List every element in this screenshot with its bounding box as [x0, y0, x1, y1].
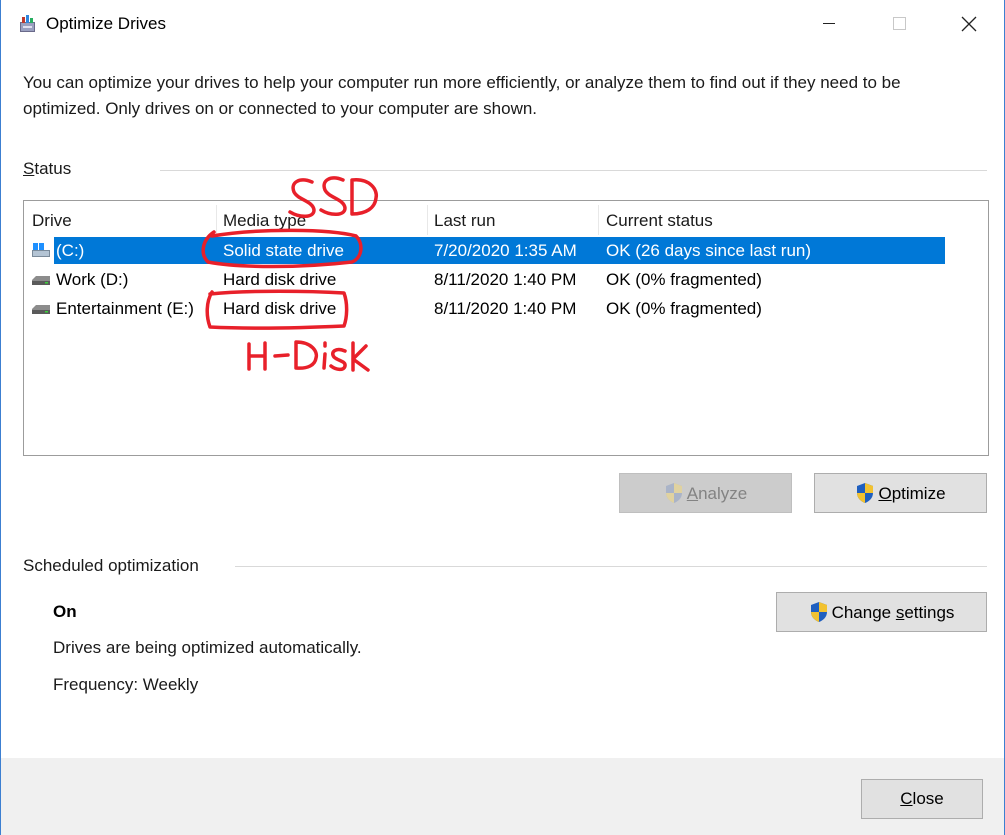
window-border-left — [0, 0, 1, 835]
close-accesskey: C — [900, 789, 913, 808]
optimize-accesskey: O — [878, 484, 892, 503]
column-header-current-status[interactable]: Current status — [606, 211, 713, 231]
close-window-button[interactable] — [934, 0, 1004, 48]
hard-drive-icon — [32, 305, 50, 314]
scheduled-section-label: Scheduled optimization — [23, 556, 199, 575]
window-title: Optimize Drives — [46, 14, 166, 33]
analyze-accesskey: A — [686, 484, 699, 503]
drive-media-type: Hard disk drive — [223, 270, 337, 289]
drive-name: Work (D:) — [56, 270, 129, 289]
column-header-media-type[interactable]: Media type — [223, 211, 306, 231]
uac-shield-icon — [857, 483, 874, 503]
hard-drive-icon — [32, 276, 50, 285]
drive-current-status: OK (26 days since last run) — [606, 241, 812, 260]
uac-shield-icon — [665, 483, 682, 503]
optimize-drives-app-icon — [20, 15, 35, 32]
status-divider — [160, 170, 987, 171]
analyze-button[interactable]: Analyze — [619, 473, 792, 513]
optimize-button[interactable]: Optimize — [814, 473, 987, 513]
status-section-label: Status — [23, 159, 72, 178]
change-settings-button[interactable]: Change settings — [776, 592, 987, 632]
maximize-button[interactable] — [864, 0, 934, 48]
schedule-description: Drives are being optimized automatically… — [53, 638, 362, 657]
minimize-button[interactable] — [794, 0, 864, 48]
drive-media-type: Hard disk drive — [223, 299, 337, 318]
change-settings-label-b: ettings — [904, 603, 955, 622]
schedule-frequency: Frequency: Weekly — [53, 675, 199, 694]
optimize-label: ptimize — [891, 484, 946, 503]
title-bar[interactable]: Optimize Drives — [1, 0, 1004, 48]
column-separator[interactable] — [216, 205, 217, 235]
column-header-drive[interactable]: Drive — [32, 211, 72, 231]
column-separator[interactable] — [598, 205, 599, 235]
dialog-footer — [1, 758, 1004, 835]
close-icon — [961, 16, 977, 32]
change-settings-label-a: Change — [831, 603, 896, 622]
minimize-icon — [823, 23, 835, 25]
windows-drive-icon — [32, 243, 50, 257]
drive-last-run: 8/11/2020 1:40 PM — [434, 270, 577, 289]
drive-media-type: Solid state drive — [223, 241, 344, 260]
drive-current-status: OK (0% fragmented) — [606, 270, 762, 289]
close-button[interactable]: Close — [861, 779, 983, 819]
drive-row-d[interactable]: Work (D:) Hard disk drive 8/11/2020 1:40… — [32, 266, 945, 293]
column-separator[interactable] — [427, 205, 428, 235]
drives-list[interactable]: Drive Media type Last run Current status… — [23, 200, 989, 456]
drive-name: Entertainment (E:) — [56, 299, 194, 318]
analyze-label: nalyze — [698, 484, 748, 503]
schedule-state: On — [53, 602, 77, 621]
column-header-last-run[interactable]: Last run — [434, 211, 495, 231]
drive-row-c[interactable]: (C:) Solid state drive 7/20/2020 1:35 AM… — [32, 237, 945, 264]
maximize-icon — [892, 17, 906, 31]
close-label: lose — [912, 789, 944, 808]
scheduled-divider — [235, 566, 987, 567]
drive-row-e[interactable]: Entertainment (E:) Hard disk drive 8/11/… — [32, 295, 945, 322]
drive-last-run: 7/20/2020 1:35 AM — [434, 241, 577, 260]
drive-current-status: OK (0% fragmented) — [606, 299, 762, 318]
intro-description: You can optimize your drives to help you… — [23, 73, 901, 118]
drive-name: (C:) — [56, 241, 85, 260]
uac-shield-icon — [810, 602, 827, 622]
drive-last-run: 8/11/2020 1:40 PM — [434, 299, 577, 318]
